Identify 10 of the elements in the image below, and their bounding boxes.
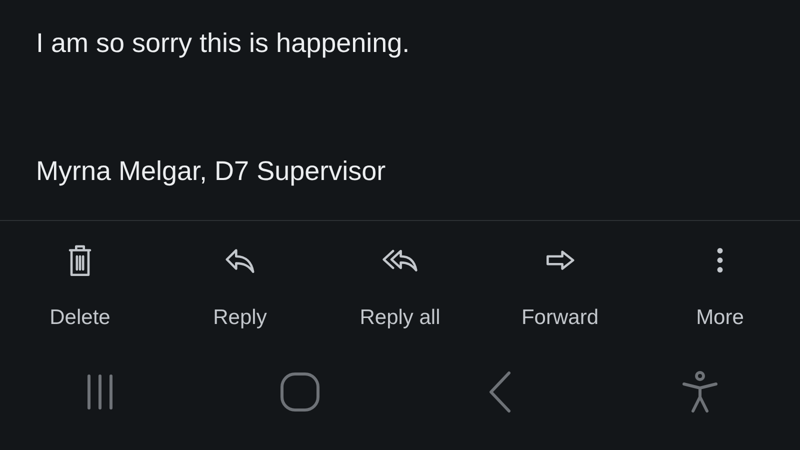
- message-text: Myrna Melgar, D7 Supervisor: [36, 155, 387, 188]
- more-button[interactable]: More: [640, 221, 800, 333]
- more-icon: [716, 248, 724, 272]
- reply-button[interactable]: Reply: [160, 221, 320, 333]
- home-icon: [279, 370, 321, 412]
- forward-button[interactable]: Forward: [480, 221, 640, 333]
- message-text: I am so sorry this is happening.: [36, 27, 411, 60]
- reply-all-button[interactable]: Reply all: [320, 221, 480, 333]
- accessibility-icon: [680, 370, 720, 414]
- delete-button[interactable]: Delete: [0, 221, 160, 333]
